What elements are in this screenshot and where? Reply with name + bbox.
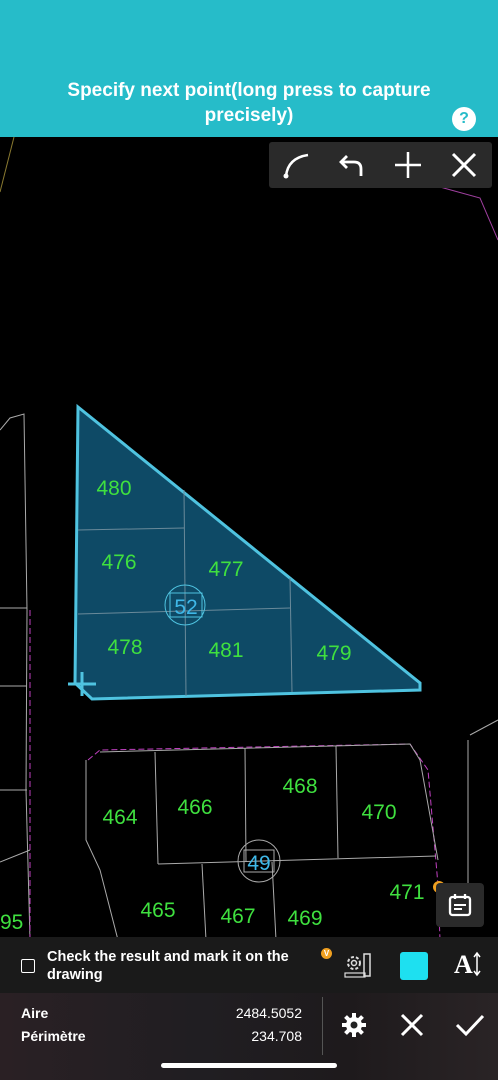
lot-label: 471 bbox=[389, 881, 424, 904]
perimeter-label: Périmètre bbox=[21, 1028, 86, 1044]
drawing-toolbar bbox=[269, 142, 492, 188]
parcel-label: 478 bbox=[107, 636, 142, 659]
close-icon bbox=[452, 152, 477, 178]
area-label: Aire bbox=[21, 1005, 49, 1021]
gear-icon bbox=[342, 1013, 366, 1037]
drawing-canvas[interactable]: 52 480 476 477 478 481 479 49 464 466 46… bbox=[0, 137, 498, 937]
parcel-label: 476 bbox=[101, 551, 136, 574]
version-badge: V bbox=[321, 948, 332, 959]
arc-icon bbox=[283, 153, 309, 179]
vertical-arrows-icon bbox=[473, 951, 481, 977]
lot-label: 465 bbox=[140, 899, 175, 922]
instruction-header: Specify next point(long press to capture… bbox=[0, 0, 498, 137]
lot-label: 464 bbox=[102, 806, 137, 829]
measurement-stats: Aire 2484.5052 Périmètre 234.708 bbox=[0, 993, 498, 1080]
bottom-panel: Check the result and mark it on the draw… bbox=[0, 937, 498, 1080]
lot-label: 470 bbox=[361, 801, 396, 824]
settings-button[interactable] bbox=[336, 1007, 372, 1043]
lot-label: 469 bbox=[287, 907, 322, 930]
boundary-line bbox=[439, 186, 498, 241]
check-icon bbox=[455, 1014, 485, 1037]
edge-label: 95 bbox=[0, 911, 23, 934]
area-value: 2484.5052 bbox=[235, 1005, 302, 1021]
font-size-button[interactable]: A bbox=[454, 950, 481, 980]
boundary-line bbox=[0, 137, 15, 193]
mark-checkbox[interactable] bbox=[21, 959, 35, 973]
undo-icon bbox=[338, 155, 363, 176]
plus-icon bbox=[395, 152, 422, 178]
confirm-button[interactable] bbox=[452, 1007, 488, 1043]
calendar-button[interactable] bbox=[436, 883, 484, 927]
lot-label: 467 bbox=[220, 905, 255, 928]
close-icon bbox=[400, 1013, 424, 1037]
parcel-id: 52 bbox=[174, 596, 197, 619]
color-swatch[interactable] bbox=[400, 952, 428, 980]
undo-button[interactable] bbox=[333, 145, 373, 185]
add-point-button[interactable] bbox=[388, 145, 428, 185]
calendar-icon bbox=[448, 894, 472, 917]
measure-settings-button[interactable] bbox=[343, 951, 373, 979]
lot-label: 466 bbox=[177, 796, 212, 819]
parcel-label: 481 bbox=[208, 639, 243, 662]
help-button[interactable]: ? bbox=[452, 107, 476, 131]
boundary-line bbox=[469, 719, 498, 736]
lot-label: 468 bbox=[282, 775, 317, 798]
gear-ruler-icon bbox=[344, 953, 371, 978]
font-letter: A bbox=[454, 950, 473, 979]
boundary-line bbox=[0, 849, 31, 863]
boundary-line bbox=[0, 413, 31, 937]
parcel-label: 480 bbox=[96, 477, 131, 500]
discard-button[interactable] bbox=[394, 1007, 430, 1043]
instruction-text: Specify next point(long press to capture… bbox=[67, 80, 431, 126]
home-indicator bbox=[161, 1063, 337, 1068]
parcel-label: 477 bbox=[208, 558, 243, 581]
arc-tool-button[interactable] bbox=[277, 145, 317, 185]
cancel-tool-button[interactable] bbox=[444, 145, 484, 185]
perimeter-value: 234.708 bbox=[251, 1028, 302, 1044]
block-id: 49 bbox=[247, 852, 270, 875]
check-text: Check the result and mark it on the draw… bbox=[47, 949, 289, 983]
parcel-label: 479 bbox=[316, 642, 351, 665]
check-row: Check the result and mark it on the draw… bbox=[0, 937, 498, 993]
divider bbox=[322, 997, 323, 1055]
